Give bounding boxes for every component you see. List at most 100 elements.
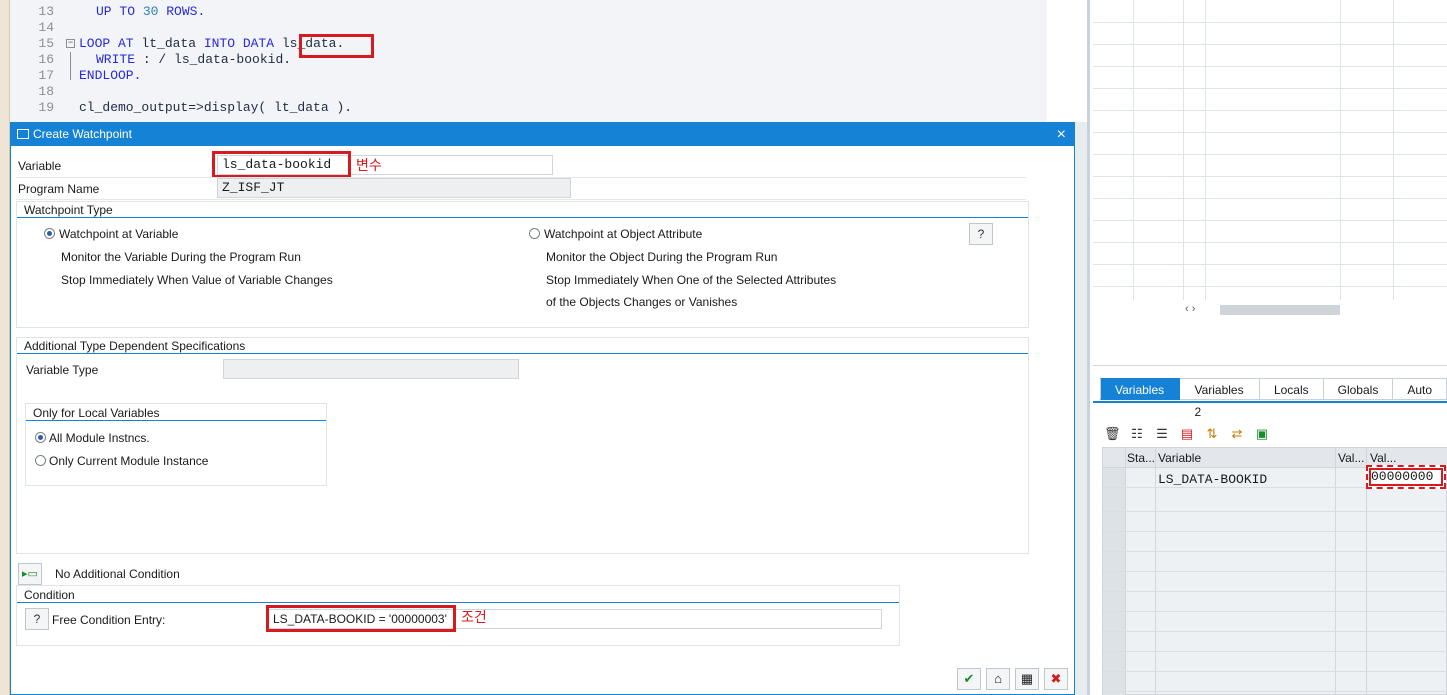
code-line-13: 13 UP TO 30 ROWS. (10, 4, 1047, 20)
watchpoint-variable-label[interactable]: Watchpoint at Variable (59, 227, 178, 241)
current-instance-radio[interactable] (35, 455, 46, 466)
condition-title: Condition (24, 588, 75, 602)
watchpoint-variable-desc2: Stop Immediately When Value of Variable … (61, 273, 333, 287)
variable-annotation: 변수 (356, 157, 382, 173)
scroll-arrows-icon[interactable]: ‹ › (1185, 303, 1195, 315)
watchpoint-variable-radio[interactable] (44, 228, 55, 239)
line-number: 18 (38, 84, 54, 99)
variable-highlight-box (212, 151, 351, 178)
variable-label: Variable (18, 159, 62, 173)
code-number: 30 (142, 4, 159, 19)
line-number: 15 (38, 36, 54, 51)
program-name-label: Program Name (18, 182, 100, 196)
dialog-titlebar[interactable]: Create Watchpoint × (11, 123, 1074, 146)
watchpoint-object-radio[interactable] (529, 228, 540, 239)
local-variables-title: Only for Local Variables (33, 406, 160, 420)
code-line-19: 19 cl_demo_output=>display( lt_data ). (10, 100, 1047, 116)
code-line-15: 15 − LOOP AT lt_data INTO DATA ls_data. (10, 36, 1047, 52)
close-icon[interactable]: × (1057, 123, 1066, 146)
change-icon[interactable]: ⇄ (1229, 426, 1245, 442)
code-line-14: 14 (10, 20, 1047, 36)
panel-divider (1093, 365, 1447, 366)
display-icon[interactable]: ▣ (1254, 426, 1270, 442)
dialog-buttonbar: ✔ ⌂ ▦ ✖ (957, 668, 1068, 690)
line-number: 17 (38, 68, 54, 83)
condition-highlight-box (266, 605, 456, 632)
code-keyword: INTO DATA (203, 36, 275, 51)
sap-debugger-screen: 13 UP TO 30 ROWS. 14 15 − LOOP AT lt_dat… (0, 0, 1447, 695)
create-icon[interactable]: ⌂ (986, 668, 1010, 690)
append-row-icon[interactable]: ☰ (1154, 426, 1170, 442)
tab-variables-1[interactable]: Variables 1 (1100, 378, 1181, 419)
tab-globals[interactable]: Globals (1323, 378, 1394, 400)
code-keyword: ENDLOOP. (79, 68, 142, 83)
line-number: 14 (38, 20, 54, 35)
tab-variables-2[interactable]: Variables 2 (1180, 378, 1260, 419)
watchpoint-object-desc1: Monitor the Object During the Program Ru… (546, 250, 778, 264)
watchpoint-type-group (16, 201, 1029, 328)
trash-icon[interactable]: 🗑 (1104, 426, 1121, 442)
insert-row-icon[interactable]: ☷ (1129, 426, 1145, 442)
fold-toggle-icon[interactable]: − (66, 39, 75, 48)
col-header-value2[interactable]: Val... (1370, 451, 1396, 465)
code-line-17: 17 ENDLOOP. (10, 68, 1047, 84)
additional-spec-title: Additional Type Dependent Specifications (24, 339, 246, 353)
code-line-18: 18 (10, 84, 1047, 100)
tab-underline (1093, 401, 1447, 403)
code-text: : / ls_data-bookid. (135, 52, 292, 67)
watchpoint-object-label[interactable]: Watchpoint at Object Attribute (544, 227, 702, 241)
variables-table: Sta... Variable Val... Val... LS_DATA-BO… (1102, 447, 1447, 695)
tab-auto[interactable]: Auto (1393, 378, 1447, 400)
delete-row-icon[interactable]: ▤ (1179, 426, 1195, 442)
expand-icon[interactable]: ▦ (1015, 668, 1039, 690)
code-highlight-box (299, 34, 374, 58)
window-icon (17, 129, 29, 139)
watchpoint-variable-desc1: Monitor the Variable During the Program … (61, 250, 301, 264)
help-icon[interactable]: ? (969, 223, 993, 245)
editor-gap (1047, 0, 1087, 122)
line-number: 13 (38, 4, 54, 19)
variable-type-label: Variable Type (26, 363, 99, 377)
variable-type-input[interactable] (223, 359, 519, 379)
create-watchpoint-dialog: Create Watchpoint × Variable ls_data-boo… (10, 122, 1075, 695)
line-number: 19 (38, 100, 54, 115)
condition-help-icon[interactable]: ? (25, 608, 49, 630)
code-keyword: WRITE (96, 52, 136, 67)
code-text: cl_demo_output=>display( lt_data ). (79, 100, 353, 115)
upper-grid (1093, 0, 1447, 300)
line-number: 16 (38, 52, 54, 67)
code-keyword: UP TO (96, 4, 136, 19)
code-text: lt_data (133, 36, 204, 51)
col-header-value1[interactable]: Val... (1338, 451, 1364, 465)
variable-value-cell[interactable]: 00000000 (1366, 465, 1446, 489)
col-header-variable[interactable]: Variable (1158, 451, 1201, 465)
program-name-input[interactable]: Z_ISF_JT (217, 178, 571, 198)
current-instance-label[interactable]: Only Current Module Instance (49, 454, 208, 468)
left-border-strip (0, 0, 10, 695)
col-header-status[interactable]: Sta... (1127, 451, 1155, 465)
all-instances-label[interactable]: All Module Instncs. (49, 431, 150, 445)
dialog-title: Create Watchpoint (33, 127, 132, 141)
watchpoint-object-desc2: Stop Immediately When One of the Selecte… (546, 273, 837, 287)
cancel-icon[interactable]: ✖ (1044, 668, 1068, 690)
debugger-right-panel: ‹ › Variables 1 Variables 2 Locals Globa… (1087, 0, 1447, 695)
variables-tabbar: Variables 1 Variables 2 Locals Globals A… (1100, 378, 1447, 419)
free-condition-label: Free Condition Entry: (52, 613, 166, 627)
variable-name-cell[interactable]: LS_DATA-BOOKID (1158, 472, 1267, 487)
horizontal-scrollbar[interactable]: ‹ › (1185, 303, 1345, 316)
variables-toolbar: 🗑 ☷ ☰ ▤ ⇅ ⇄ ▣ (1104, 426, 1270, 444)
tab-locals[interactable]: Locals (1259, 378, 1324, 400)
code-line-16: 16 WRITE : / ls_data-bookid. (10, 52, 1047, 68)
code-keyword: ROWS. (166, 4, 206, 19)
condition-annotation: 조건 (461, 609, 487, 625)
code-editor[interactable]: 13 UP TO 30 ROWS. 14 15 − LOOP AT lt_dat… (10, 0, 1047, 122)
all-instances-radio[interactable] (35, 432, 46, 443)
compare-icon[interactable]: ⇅ (1204, 426, 1220, 442)
code-keyword: LOOP AT (79, 36, 134, 51)
watchpoint-type-title: Watchpoint Type (24, 203, 113, 217)
condition-icon[interactable]: ▸▭ (18, 563, 42, 585)
watchpoint-object-desc3: of the Objects Changes or Vanishes (546, 295, 738, 309)
scrollbar-thumb[interactable] (1220, 305, 1340, 315)
check-icon[interactable]: ✔ (957, 668, 981, 690)
